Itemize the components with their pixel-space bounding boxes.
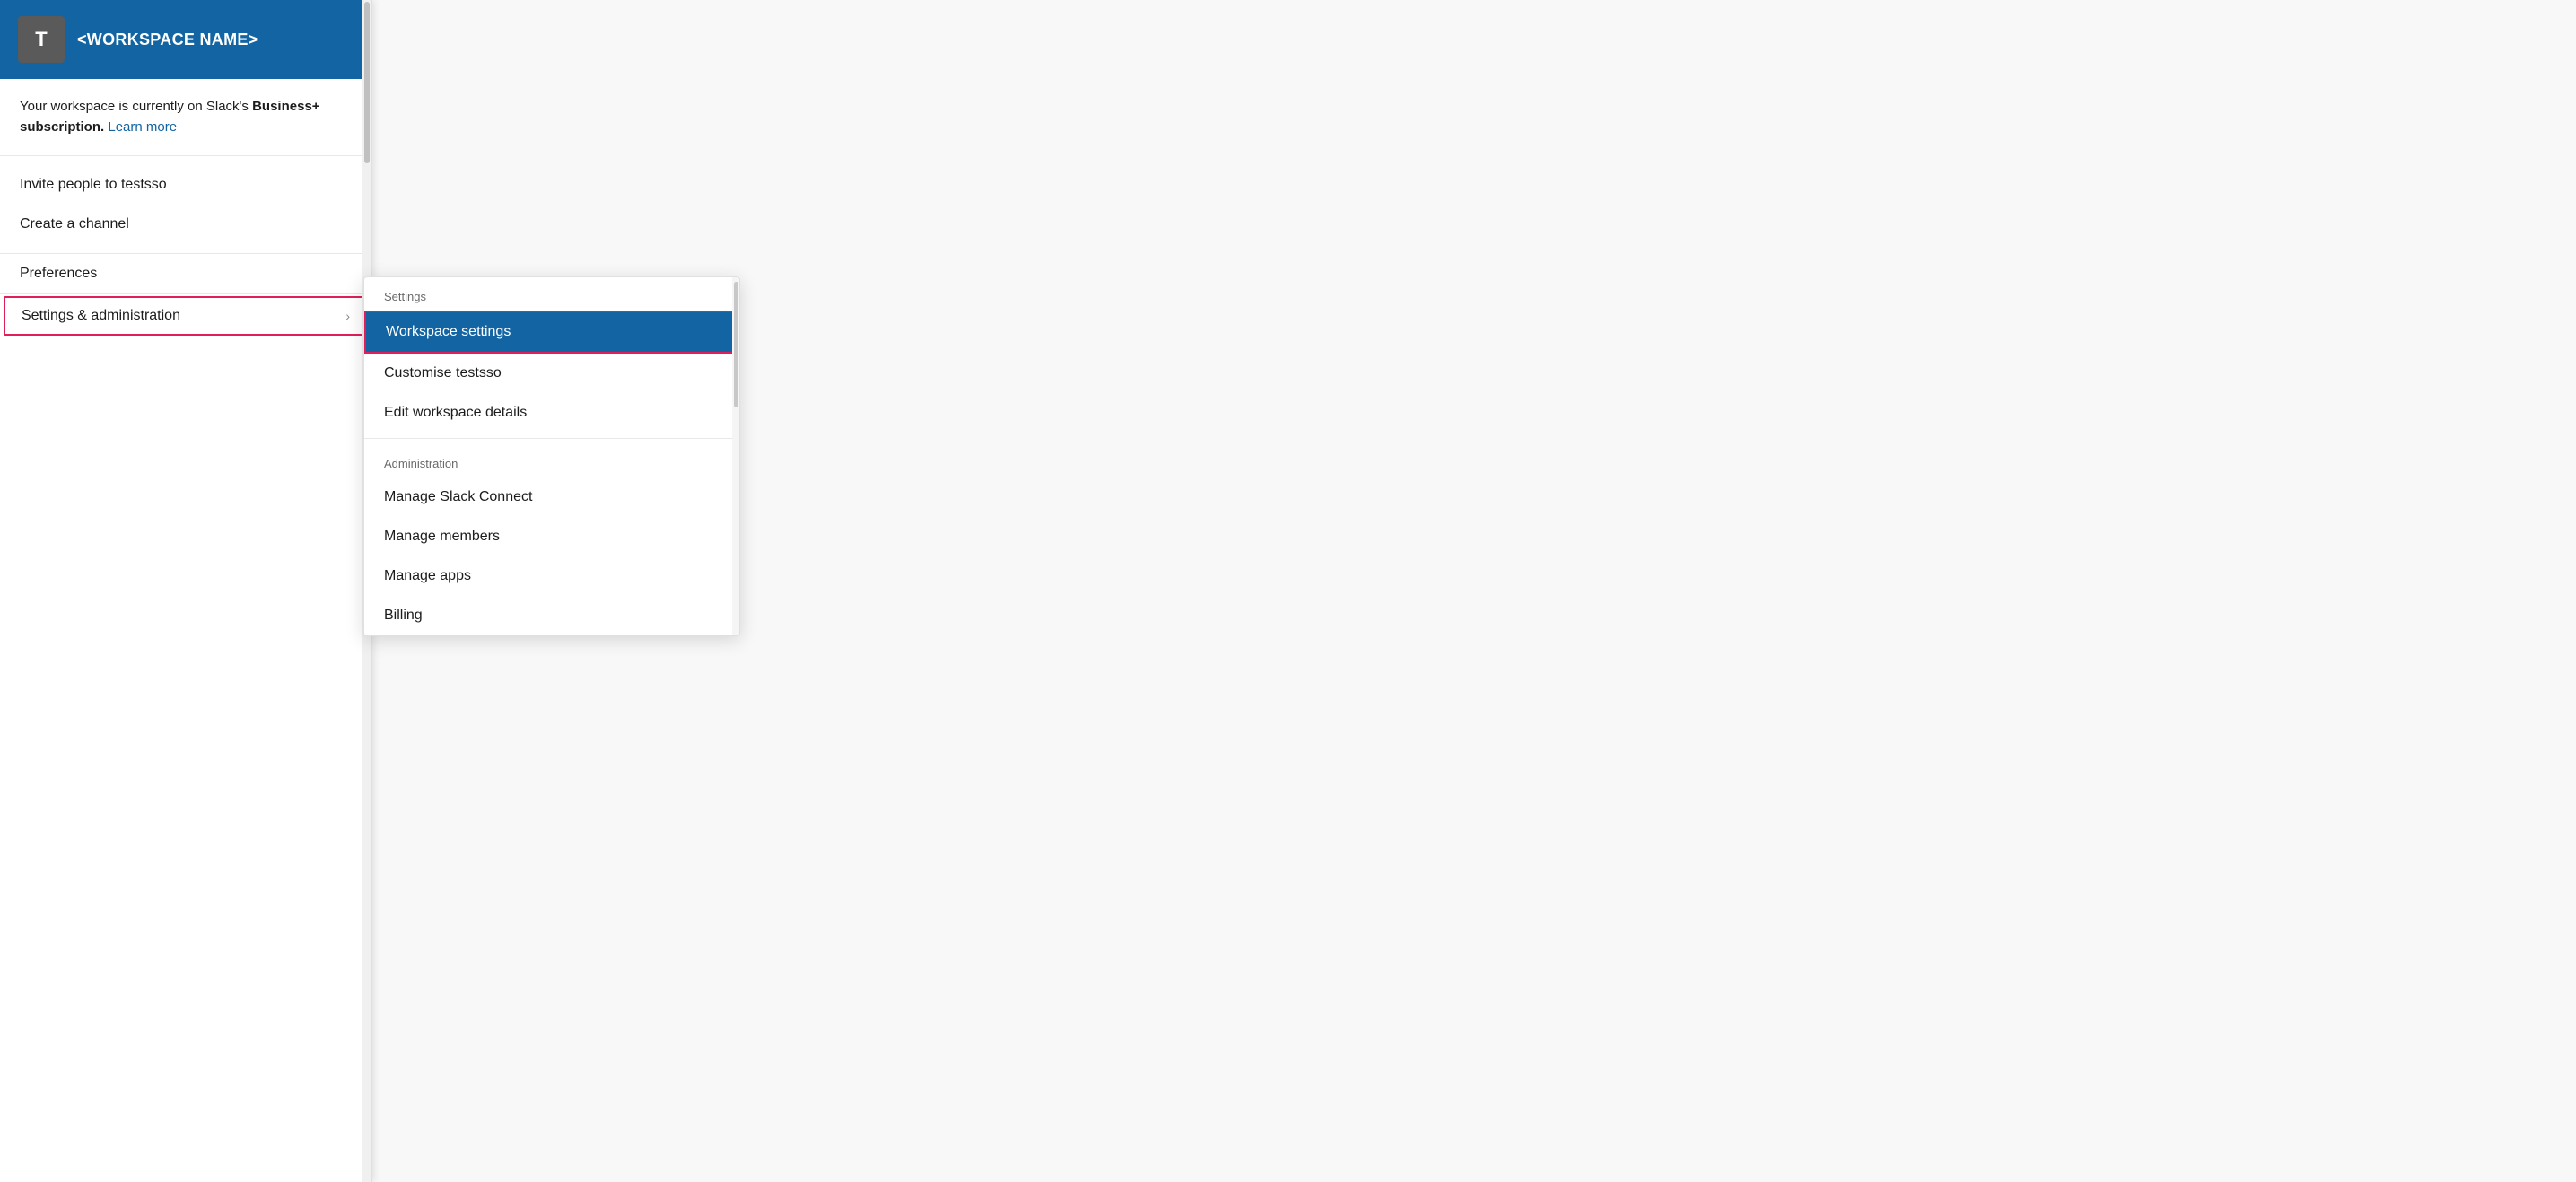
- main-menu: T <WORKSPACE NAME> Your workspace is cur…: [0, 0, 372, 1182]
- submenu: Settings Workspace settings Customise te…: [363, 276, 740, 636]
- settings-admin-item[interactable]: Settings & administration ›: [4, 296, 368, 336]
- settings-section-label: Settings: [364, 277, 739, 311]
- subscription-text: Your workspace is currently on Slack's: [20, 99, 252, 114]
- manage-slack-connect-item[interactable]: Manage Slack Connect: [364, 477, 739, 517]
- chevron-right-icon: ›: [345, 309, 350, 323]
- customise-item[interactable]: Customise testsso: [364, 354, 739, 393]
- avatar: T: [18, 16, 65, 63]
- submenu-scrollbar-thumb[interactable]: [734, 282, 738, 407]
- billing-item[interactable]: Billing: [364, 596, 739, 635]
- scrollbar-thumb[interactable]: [364, 2, 370, 163]
- submenu-divider: [364, 438, 739, 439]
- menu-section-actions: Invite people to testsso Create a channe…: [0, 156, 371, 254]
- workspace-header: T <WORKSPACE NAME>: [0, 0, 371, 79]
- learn-more-link[interactable]: Learn more: [108, 119, 177, 135]
- manage-members-item[interactable]: Manage members: [364, 517, 739, 556]
- workspace-settings-item[interactable]: Workspace settings: [364, 311, 739, 354]
- administration-section-label: Administration: [364, 444, 739, 477]
- edit-workspace-item[interactable]: Edit workspace details: [364, 393, 739, 433]
- create-channel-item[interactable]: Create a channel: [0, 205, 371, 244]
- submenu-scrollbar[interactable]: [732, 277, 739, 635]
- invite-people-item[interactable]: Invite people to testsso: [0, 165, 371, 205]
- preferences-item[interactable]: Preferences: [0, 254, 371, 294]
- subscription-banner: Your workspace is currently on Slack's B…: [0, 79, 371, 156]
- workspace-name: <WORKSPACE NAME>: [77, 31, 258, 49]
- manage-apps-item[interactable]: Manage apps: [364, 556, 739, 596]
